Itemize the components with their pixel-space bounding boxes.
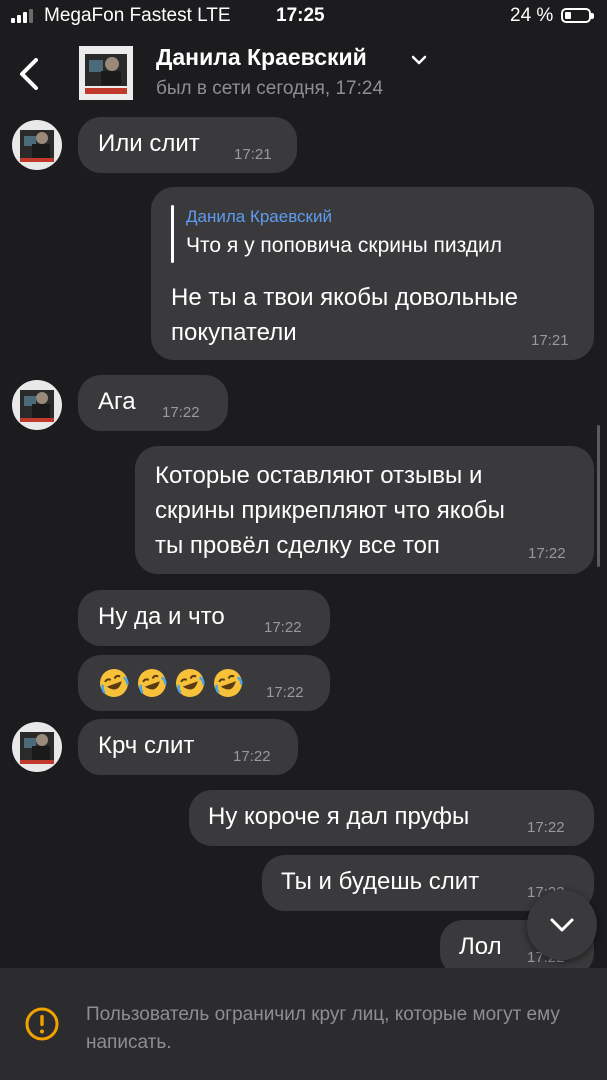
message-bubble-incoming[interactable]: Или слит 17:21 [78, 117, 297, 173]
back-button[interactable] [14, 54, 44, 94]
message-time: 17:22 [264, 619, 302, 636]
message-text-line: ты провёл сделку все топ [155, 532, 440, 559]
message-text: Крч слит [98, 732, 195, 759]
message-time: 17:22 [162, 404, 200, 421]
contact-name[interactable]: Данила Краевский [156, 44, 367, 71]
carrier-label: MegaFon Fastest LTE [44, 5, 231, 26]
reply-quote-bar [171, 205, 174, 263]
warning-circle-icon [25, 1007, 59, 1041]
message-text-line: скрины прикрепляют что якобы [155, 497, 505, 524]
message-bubble-incoming[interactable]: Ну да и что 17:22 [78, 590, 330, 646]
message-text-line: покупатели [171, 319, 297, 346]
contact-last-seen: был в сети сегодня, 17:24 [156, 78, 384, 99]
restriction-notice-text: Пользователь ограничил круг лиц, которые… [86, 1004, 560, 1053]
message-time: 17:22 [528, 545, 566, 562]
message-bubble-incoming[interactable]: 17:22 [78, 655, 330, 711]
battery-percent: 24 % [510, 5, 554, 26]
message-text: Или слит [98, 130, 200, 157]
emoji-row [98, 667, 244, 699]
rofl-emoji-icon [100, 669, 129, 697]
sender-avatar[interactable] [12, 120, 62, 170]
contact-avatar[interactable] [79, 46, 133, 100]
message-bubble-outgoing[interactable]: Которые оставляют отзывы и скрины прикре… [135, 446, 594, 574]
scroll-indicator[interactable] [597, 425, 600, 567]
message-text: Ты и будешь слит [281, 868, 480, 895]
message-text-line: Не ты а твои якобы довольные [171, 284, 518, 311]
chevron-down-icon [550, 918, 574, 932]
sender-avatar[interactable] [12, 380, 62, 430]
message-bubble-outgoing[interactable]: Данила Краевский Что я у поповича скрины… [151, 187, 594, 360]
message-time: 17:21 [531, 332, 569, 349]
scroll-to-bottom-button[interactable] [527, 890, 597, 960]
signal-icon [11, 9, 33, 23]
rofl-emoji-icon [176, 669, 205, 697]
reply-author: Данила Краевский [186, 207, 332, 226]
reply-text: Что я у поповича скрины пиздил [186, 234, 503, 257]
message-text: Ну короче я дал пруфы [208, 803, 470, 830]
message-text: Ну да и что [98, 603, 225, 630]
rofl-emoji-icon [214, 669, 243, 697]
message-text: Ага [98, 388, 136, 415]
message-text: Лол [459, 933, 502, 960]
status-bar: MegaFon Fastest LTE 17:25 24 % [0, 0, 607, 34]
message-time: 17:21 [234, 146, 272, 163]
message-bubble-incoming[interactable]: Ага 17:22 [78, 375, 228, 431]
rofl-emoji-icon [138, 669, 167, 697]
chat-header: Данила Краевский был в сети сегодня, 17:… [0, 34, 607, 114]
chevron-left-icon [20, 58, 38, 90]
message-time: 17:22 [527, 819, 565, 836]
message-text-line: Которые оставляют отзывы и [155, 462, 483, 489]
chevron-down-icon[interactable] [410, 54, 428, 66]
message-time: 17:22 [233, 748, 271, 765]
message-bubble-outgoing[interactable]: Ну короче я дал пруфы 17:22 [189, 790, 594, 846]
status-time: 17:25 [276, 5, 325, 26]
battery-icon [561, 8, 594, 23]
sender-avatar[interactable] [12, 722, 62, 772]
restriction-notice: Пользователь ограничил круг лиц, которые… [0, 968, 607, 1080]
message-time: 17:22 [266, 684, 304, 701]
message-bubble-incoming[interactable]: Крч слит 17:22 [78, 719, 298, 775]
